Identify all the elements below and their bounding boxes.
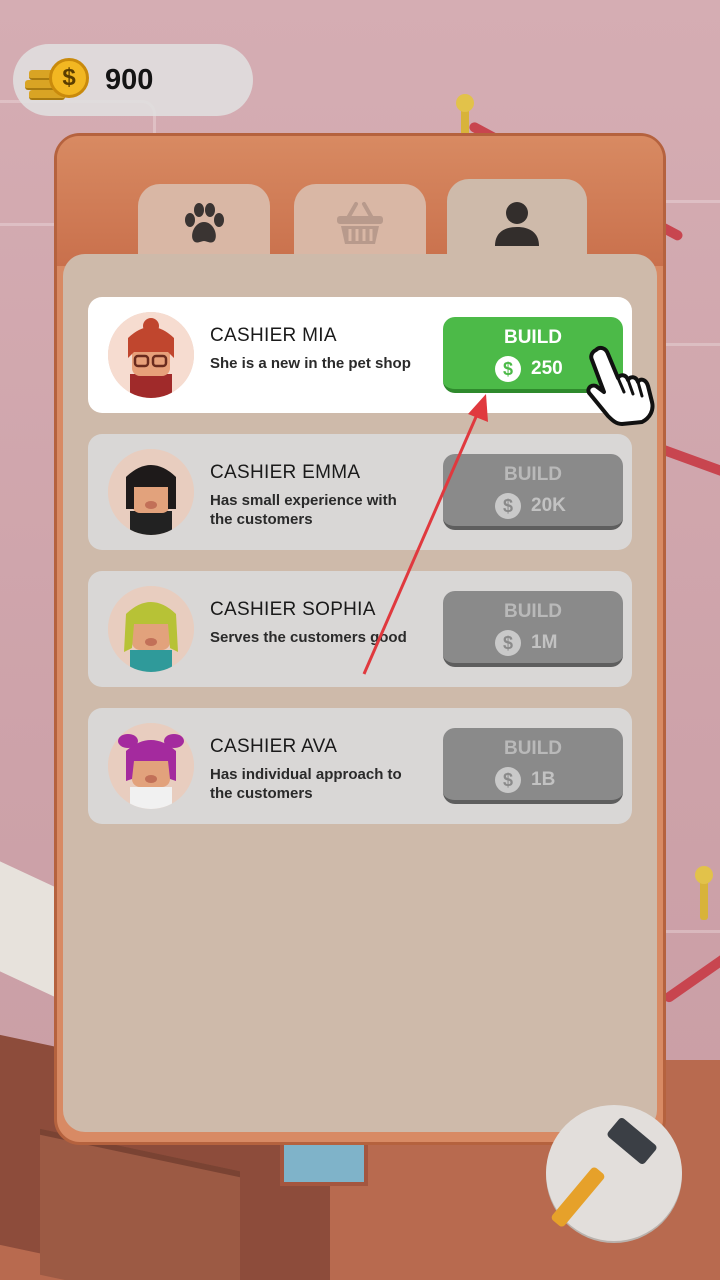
dollar-coin-icon: $ [495,356,521,382]
cashier-emma-avatar [108,449,194,535]
panel-header [57,136,663,269]
cashier-description: Has individual approach to the customers [210,766,402,802]
basket-icon [337,202,383,244]
build-cashier-sophia-button[interactable]: BUILD $ 1M [443,591,623,667]
cashier-name: CASHIER EMMA [210,462,361,483]
cashier-sophia-avatar [108,586,194,672]
dollar-coin-icon: $ [495,630,521,656]
cashier-mia-avatar [108,312,194,398]
dollar-coin-icon: $ [495,493,521,519]
cashier-card-mia: CASHIER MIA She is a new in the pet shop… [88,297,632,413]
coin-stack-icon: $ [25,56,95,102]
cashier-card-sophia: CASHIER SOPHIA Serves the customers good… [88,571,632,687]
cashier-card-ava: CASHIER AVA Has individual approach to t… [88,708,632,824]
dollar-coin-icon: $ [49,58,89,98]
person-icon [495,202,539,246]
build-price: $ 1B [495,766,555,794]
build-tool-button[interactable] [546,1105,682,1241]
hammer-icon [551,1118,657,1227]
build-cashier-emma-button[interactable]: BUILD $ 20K [443,454,623,530]
price-value: 1B [531,769,556,790]
coin-counter: $ 900 [13,44,253,116]
hand-pointer-icon [586,345,655,426]
coin-balance: 900 [105,64,154,96]
price-value: 1M [531,632,558,653]
tab-pets[interactable] [138,184,270,264]
cashier-description: Has small experience with the customers [210,492,397,528]
cashier-card-emma: CASHIER EMMA Has small experience with t… [88,434,632,550]
cashier-description: She is a new in the pet shop [210,355,411,372]
dollar-coin-icon: $ [495,767,521,793]
build-cashier-ava-button[interactable]: BUILD $ 1B [443,728,623,804]
build-label: BUILD [503,601,563,622]
cashier-ava-avatar [108,723,194,809]
build-label: BUILD [503,738,563,759]
cashier-description: Serves the customers good [210,629,407,646]
shop-window [280,1138,368,1186]
build-price: $ 1M [495,629,557,657]
price-value: 20K [531,495,566,516]
cashier-name: CASHIER AVA [210,736,338,757]
cashier-name: CASHIER SOPHIA [210,599,376,620]
build-label: BUILD [503,464,563,485]
paw-icon [185,203,224,243]
build-price: $ 20K [495,492,566,520]
price-value: 250 [531,358,563,379]
cashier-name: CASHIER MIA [210,325,337,346]
tab-products[interactable] [294,184,426,264]
build-price: $ 250 [495,355,563,383]
rope-post [695,866,713,920]
